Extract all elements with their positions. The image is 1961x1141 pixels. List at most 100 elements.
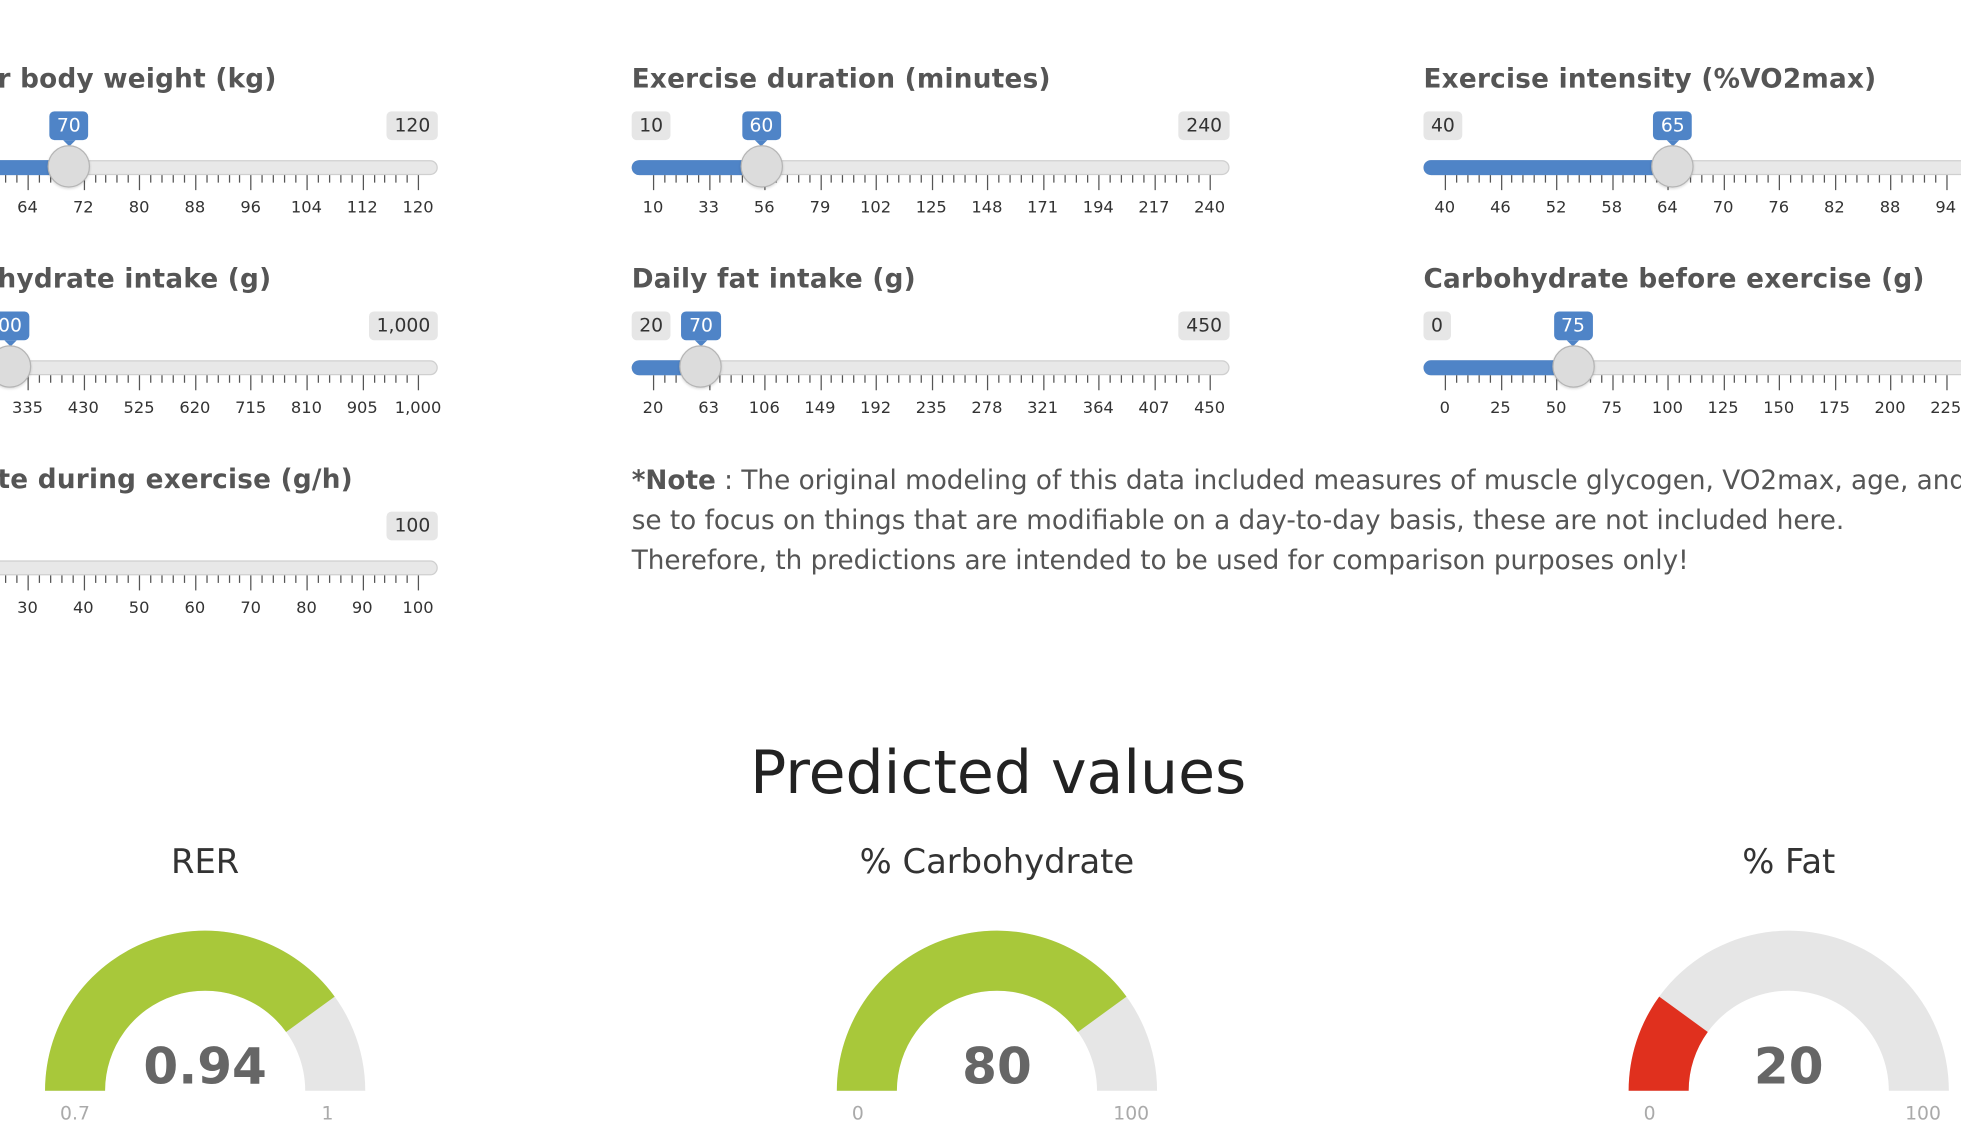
- exercise-intensity-tick-major: [1890, 175, 1892, 191]
- exercise-duration-tick-major: [875, 175, 877, 191]
- carbohydrate-intake-max-badge: 1,000: [369, 311, 438, 341]
- carb-before-exercise-tick-minor: [1867, 375, 1870, 383]
- fat-intake-max-badge: 450: [1178, 311, 1230, 341]
- carbohydrate-intake-track[interactable]: [0, 360, 438, 376]
- carb-before-exercise-tick-minor: [1756, 375, 1758, 383]
- exercise-duration-tick-minor: [831, 175, 833, 183]
- fat-intake-tick-minor: [808, 375, 811, 383]
- exercise-duration-handle[interactable]: [740, 145, 783, 188]
- exercise-intensity-tick-major: [1945, 175, 1947, 191]
- fat-intake-tick-minor: [675, 375, 677, 383]
- exercise-duration-tick-minor: [719, 175, 721, 183]
- carb-during-exercise-tick-minor: [116, 575, 119, 583]
- fat-intake-tick-major: [1042, 375, 1044, 391]
- exercise-intensity-handle[interactable]: [1651, 145, 1695, 188]
- exercise-duration-tick-major: [1209, 175, 1211, 191]
- exercise-intensity-tick-minor: [1934, 175, 1936, 183]
- carb-during-exercise-max-badge: 100: [386, 511, 438, 541]
- exercise-intensity-tick-minor: [1878, 175, 1881, 183]
- exercise-duration-tick-major: [986, 175, 989, 191]
- carb-during-exercise-tick-minor: [161, 575, 163, 583]
- exercise-intensity-tick-minor: [1756, 175, 1758, 183]
- exercise-duration-tick-minor: [998, 175, 1000, 183]
- fat-intake-tick-major: [1209, 375, 1211, 391]
- fat-intake-tick-minor: [1031, 375, 1033, 383]
- exercise-intensity-tick-minor: [1511, 175, 1513, 183]
- carb-before-exercise-tick-label: 100: [1651, 399, 1683, 418]
- fat-intake-value-badge: 70: [681, 311, 721, 347]
- carbohydrate-intake-tick-minor: [60, 375, 63, 383]
- carb-during-exercise-tick-minor: [172, 575, 174, 583]
- carb-during-exercise-tick-minor: [16, 575, 18, 583]
- carbohydrate-intake-tick-label: 810: [290, 399, 322, 418]
- carbohydrate-intake-tick-minor: [373, 375, 375, 383]
- body-weight-value-badge: 70: [49, 111, 89, 147]
- exercise-intensity-tick-label: 64: [1657, 198, 1678, 218]
- exercise-intensity-value-badge: 65: [1653, 111, 1693, 147]
- body-weight-tick-minor: [5, 175, 7, 183]
- carbohydrate-intake-tick-minor: [150, 375, 152, 383]
- exercise-intensity-tick-minor: [1578, 175, 1580, 183]
- exercise-duration-tick-major: [931, 175, 933, 191]
- fat-intake-tick-minor: [920, 375, 922, 383]
- carb-during-exercise-track[interactable]: [0, 560, 438, 576]
- fat-intake-tick-minor: [786, 375, 788, 383]
- note-text: *Note : The original modeling of this da…: [632, 460, 1961, 580]
- exercise-intensity-tick-minor: [1645, 175, 1647, 183]
- exercise-intensity-tick-major: [1834, 175, 1836, 191]
- exercise-intensity-tick-minor: [1912, 175, 1914, 183]
- carb-during-exercise-tick-minor: [60, 575, 63, 583]
- exercise-duration-tick-minor: [1165, 175, 1167, 183]
- carbohydrate-intake-tick-minor: [272, 375, 275, 383]
- exercise-intensity-tick-label: 40: [1434, 198, 1456, 218]
- fat-intake-handle[interactable]: [679, 345, 723, 388]
- carb-before-exercise-tick-label: 225: [1930, 399, 1961, 418]
- body-weight-tick-minor: [150, 175, 152, 183]
- exercise-duration-tick-minor: [697, 175, 699, 183]
- fat-intake-tick-label: 63: [698, 399, 719, 418]
- carb-during-exercise-tick-minor: [127, 575, 130, 583]
- exercise-duration-tick-minor: [1009, 175, 1011, 183]
- carb-during-exercise-tick-label: 30: [17, 599, 38, 618]
- carb-before-exercise-tick-major: [1945, 375, 1947, 391]
- fat-intake-tick-minor: [1165, 375, 1167, 383]
- note-label: *Note: [631, 465, 716, 496]
- carbohydrate-intake-tick-minor: [116, 375, 119, 383]
- exercise-duration-tick-minor: [1187, 175, 1189, 183]
- carb-during-exercise-tick-label: 100: [402, 599, 434, 618]
- exercise-intensity-tick-minor: [1567, 175, 1569, 183]
- exercise-duration-tick-minor: [786, 175, 788, 183]
- exercise-duration-tick-minor: [1087, 175, 1089, 183]
- predicted-values-title: Predicted values: [750, 738, 1247, 809]
- carb-before-exercise-handle[interactable]: [1551, 345, 1595, 388]
- carb-before-exercise-tick-minor: [1800, 375, 1803, 383]
- exercise-intensity-tick-minor: [1789, 175, 1792, 183]
- body-weight-tick-label: 112: [346, 198, 378, 218]
- exercise-duration-tick-minor: [808, 175, 811, 183]
- fat-intake-tick-minor: [998, 375, 1000, 383]
- carbohydrate-intake-tick-label: 1,000: [394, 399, 442, 418]
- exercise-intensity-track-fill: [1423, 160, 1673, 176]
- carb-before-exercise-tick-minor: [1634, 375, 1636, 383]
- fat-intake-tick-minor: [775, 375, 777, 383]
- exercise-intensity-tick-minor: [1467, 175, 1469, 183]
- exercise-duration-tick-major: [1153, 175, 1156, 191]
- body-weight-tick-minor: [206, 175, 208, 183]
- carb-during-exercise-tick-major: [418, 575, 420, 591]
- exercise-duration-tick-minor: [842, 175, 844, 183]
- body-weight-handle[interactable]: [47, 145, 91, 188]
- body-weight-tick-minor: [127, 175, 130, 183]
- carbohydrate-intake-tick-label: 715: [235, 399, 267, 418]
- fat-intake-tick-major: [986, 375, 989, 391]
- fat-intake-tick-label: 364: [1082, 399, 1114, 418]
- exercise-intensity-tick-minor: [1856, 175, 1858, 183]
- body-weight-tick-minor: [406, 175, 409, 183]
- exercise-duration-tick-major: [1042, 175, 1044, 191]
- body-weight-tick-minor: [38, 175, 40, 183]
- exercise-duration-label: Exercise duration (minutes): [631, 63, 1051, 94]
- exercise-duration-tick-minor: [975, 175, 978, 183]
- carb-during-exercise-tick-minor: [239, 575, 241, 583]
- exercise-intensity-tick-minor: [1533, 175, 1536, 183]
- gauge-carbohydrate-value: 80: [962, 1038, 1032, 1096]
- exercise-duration-tick-label: 171: [1027, 198, 1059, 218]
